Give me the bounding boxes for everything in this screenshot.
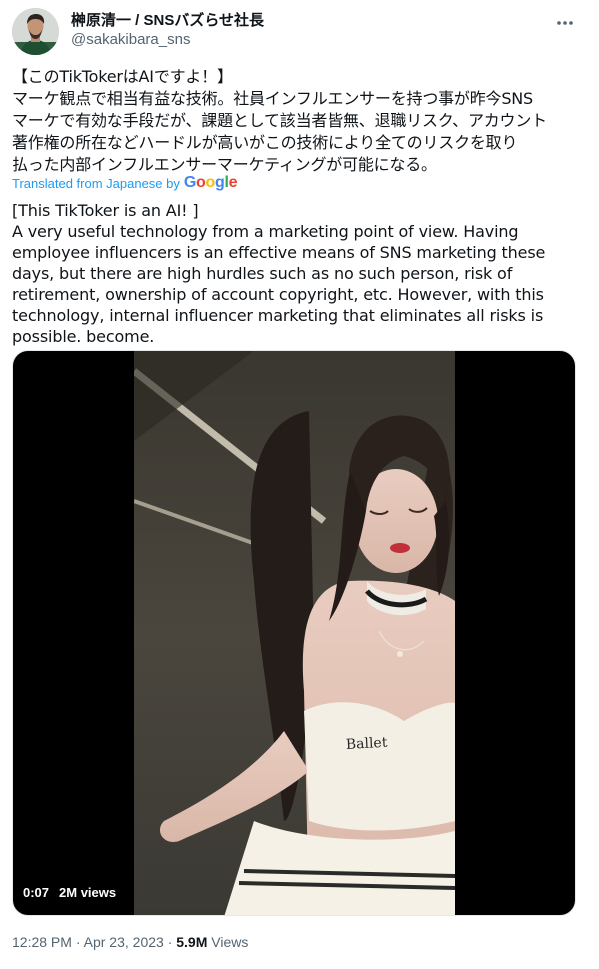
- author-handle[interactable]: @sakakibara_sns: [71, 31, 190, 48]
- meta-separator-2: ·: [167, 934, 173, 950]
- video-views: 2M views: [59, 885, 117, 900]
- more-options-button[interactable]: [548, 6, 582, 40]
- tweet-date[interactable]: Apr 23, 2023: [84, 934, 164, 950]
- video-duration: 0:07: [23, 885, 50, 900]
- avatar[interactable]: [12, 8, 59, 55]
- meta-separator: ·: [75, 934, 81, 950]
- profile-photo-icon: [12, 8, 59, 55]
- video-player[interactable]: Ballet 0:07 2M views: [12, 350, 576, 916]
- video-thumbnail: Ballet: [134, 351, 455, 915]
- author-display-name[interactable]: 榊原清一 / SNSバズらせ社長: [71, 9, 264, 30]
- tweet-meta: 12:28 PM · Apr 23, 2023 · 5.9M Views: [12, 934, 248, 950]
- translated-by-link[interactable]: Translated from Japanese by Google: [12, 174, 238, 192]
- tweet: 榊原清一 / SNSバズらせ社長 @sakakibara_sns 【このTikT…: [0, 0, 599, 969]
- ellipsis-icon: [557, 21, 573, 25]
- translated-by-label: Translated from Japanese by: [12, 175, 180, 191]
- shirt-logo: Ballet: [346, 735, 389, 753]
- tweet-text: 【このTikTokerはAIですよ！】 マーケ観点で相当有益な技術。社員インフル…: [12, 67, 547, 174]
- video-overlay: 0:07 2M views: [23, 885, 116, 900]
- translated-text: [This TikToker is an AI! ] A very useful…: [12, 201, 546, 346]
- views-count: 5.9M: [176, 934, 208, 950]
- video-frame: Ballet: [134, 351, 455, 915]
- google-logo: Google: [183, 174, 238, 191]
- views-label: Views: [211, 934, 249, 950]
- tweet-time[interactable]: 12:28 PM: [12, 934, 72, 950]
